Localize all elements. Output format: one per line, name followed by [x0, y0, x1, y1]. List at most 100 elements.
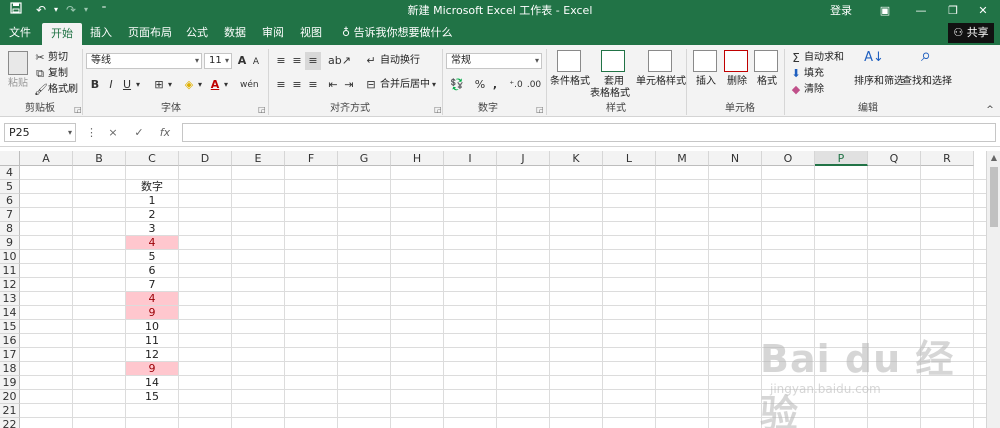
merge-center-button[interactable]: 合并后居中 [380, 78, 430, 92]
phonetic-icon[interactable]: wén [240, 78, 259, 92]
column-header[interactable]: G [338, 151, 391, 166]
row-header[interactable]: 10 [0, 250, 20, 264]
insert-function-icon[interactable]: fx [156, 123, 174, 142]
format-as-table-line2[interactable]: 表格格式 [590, 87, 630, 101]
column-header[interactable]: F [285, 151, 338, 166]
cell[interactable]: 数字 [126, 180, 178, 193]
font-size-select[interactable]: 11 ▾ [204, 53, 232, 69]
sort-filter-button[interactable]: 排序和筛选 [854, 75, 904, 89]
column-header[interactable]: H [391, 151, 444, 166]
merge-dropdown-icon[interactable]: ▾ [430, 78, 438, 92]
row-header[interactable]: 9 [0, 236, 20, 250]
ribbon-display-icon[interactable]: ▣ [870, 0, 900, 21]
cell-styles-button[interactable]: 单元格样式 [636, 75, 686, 89]
scroll-up-icon[interactable]: ▲ [987, 153, 1000, 162]
tab-page-layout[interactable]: 页面布局 [124, 21, 176, 45]
fill-color-dropdown-icon[interactable]: ▾ [196, 78, 204, 92]
align-bottom-icon[interactable]: ≡ [305, 52, 321, 70]
tab-home[interactable]: 开始 [42, 23, 82, 45]
cell[interactable]: 5 [126, 250, 178, 263]
column-header[interactable]: P [815, 151, 868, 166]
select-all-corner[interactable] [0, 151, 20, 166]
cell[interactable]: 14 [126, 376, 178, 389]
find-select-button[interactable]: 查找和选择 [902, 75, 952, 89]
row-header[interactable]: 6 [0, 194, 20, 208]
row-header[interactable]: 13 [0, 292, 20, 306]
cell[interactable]: 3 [126, 222, 178, 235]
font-color-icon[interactable]: A [208, 78, 222, 92]
fill-button[interactable]: 填充 [804, 67, 824, 81]
fill-color-icon[interactable]: ◈ [182, 78, 196, 92]
font-name-select[interactable]: 等线 ▾ [86, 53, 202, 69]
alignment-launcher-icon[interactable]: ◲ [434, 105, 442, 114]
enter-icon[interactable]: ✓ [130, 123, 148, 142]
cell-duplicate-highlight[interactable]: 4 [126, 236, 178, 249]
border-dropdown-icon[interactable]: ▾ [166, 78, 174, 92]
align-right-icon[interactable]: ≡ [306, 78, 320, 92]
align-left-icon[interactable]: ≡ [274, 78, 288, 92]
paste-button[interactable]: 粘贴 [8, 77, 28, 91]
scroll-thumb[interactable] [990, 167, 998, 227]
row-header[interactable]: 7 [0, 208, 20, 222]
bold-button[interactable]: B [88, 78, 102, 92]
row-header[interactable]: 17 [0, 348, 20, 362]
cell[interactable]: 6 [126, 264, 178, 277]
column-header[interactable]: M [656, 151, 709, 166]
column-header[interactable]: E [232, 151, 285, 166]
insert-cells-button[interactable]: 插入 [696, 75, 716, 89]
row-header[interactable]: 8 [0, 222, 20, 236]
cell[interactable]: 2 [126, 208, 178, 221]
column-header[interactable]: B [73, 151, 126, 166]
row-header[interactable]: 5 [0, 180, 20, 194]
font-color-dropdown-icon[interactable]: ▾ [222, 78, 230, 92]
number-launcher-icon[interactable]: ◲ [536, 105, 544, 114]
row-header[interactable]: 4 [0, 166, 20, 180]
orientation-icon[interactable]: ab↗ [328, 54, 351, 68]
column-header[interactable]: Q [868, 151, 921, 166]
tab-insert[interactable]: 插入 [86, 21, 116, 45]
accounting-format-icon[interactable]: 💱 [448, 78, 466, 92]
tell-me-box[interactable]: ♁ 告诉我你想要做什么 [342, 21, 453, 45]
cell[interactable]: 10 [126, 320, 178, 333]
minimize-icon[interactable]: — [906, 0, 936, 21]
wrap-text-button[interactable]: 自动换行 [380, 54, 420, 68]
italic-button[interactable]: I [104, 78, 118, 92]
login-link[interactable]: 登录 [830, 0, 852, 21]
clear-button[interactable]: 清除 [804, 83, 824, 97]
formula-input[interactable] [182, 123, 996, 142]
row-header[interactable]: 18 [0, 362, 20, 376]
tab-formulas[interactable]: 公式 [182, 21, 212, 45]
vertical-scrollbar[interactable]: ▲ [986, 151, 1000, 428]
paste-icon[interactable] [8, 51, 28, 75]
autosum-button[interactable]: 自动求和 [804, 51, 844, 65]
cell[interactable]: 1 [126, 194, 178, 207]
row-header[interactable]: 14 [0, 306, 20, 320]
cell[interactable]: 15 [126, 390, 178, 403]
name-box[interactable]: P25 ▾ [4, 123, 76, 142]
column-header[interactable]: N [709, 151, 762, 166]
column-header[interactable]: D [179, 151, 232, 166]
tab-data[interactable]: 数据 [220, 21, 250, 45]
collapse-ribbon-icon[interactable]: ^ [984, 103, 996, 117]
row-header[interactable]: 20 [0, 390, 20, 404]
tab-file[interactable]: 文件 [4, 21, 36, 45]
tab-view[interactable]: 视图 [296, 21, 326, 45]
increase-indent-icon[interactable]: ⇥ [342, 78, 356, 92]
column-header[interactable]: A [20, 151, 73, 166]
conditional-formatting-button[interactable]: 条件格式 [550, 75, 590, 89]
cell[interactable]: 7 [126, 278, 178, 291]
row-header[interactable]: 19 [0, 376, 20, 390]
font-launcher-icon[interactable]: ◲ [258, 105, 266, 114]
close-icon[interactable]: ✕ [968, 0, 998, 21]
cancel-icon[interactable]: × [104, 123, 122, 142]
row-header[interactable]: 21 [0, 404, 20, 418]
decrease-decimal-icon[interactable]: .00 [526, 78, 542, 92]
align-top-icon[interactable]: ≡ [274, 54, 288, 68]
delete-cells-button[interactable]: 删除 [727, 75, 747, 89]
grow-font-icon[interactable]: A [236, 54, 248, 68]
cut-button[interactable]: 剪切 [48, 51, 68, 65]
format-painter-button[interactable]: 格式刷 [48, 83, 78, 97]
row-header[interactable]: 22 [0, 418, 20, 428]
cell-duplicate-highlight[interactable]: 9 [126, 306, 178, 319]
row-header[interactable]: 12 [0, 278, 20, 292]
